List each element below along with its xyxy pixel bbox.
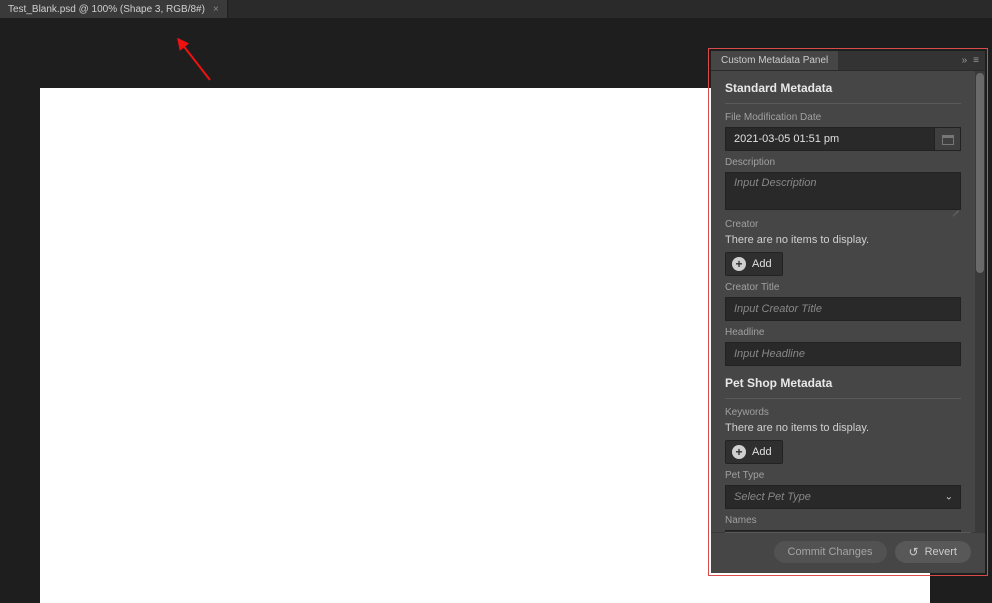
panel-annotation-outline: Custom Metadata Panel » ≡ Standard Metad… (708, 48, 988, 576)
names-input[interactable] (725, 530, 961, 532)
revert-icon: ↺ (909, 546, 919, 558)
collapse-icon[interactable]: » (962, 55, 968, 66)
label-file-mod-date: File Modification Date (725, 112, 961, 123)
creator-empty-message: There are no items to display. (725, 234, 961, 246)
keywords-empty-message: There are no items to display. (725, 422, 961, 434)
label-names: Names (725, 515, 961, 526)
panel-tab-custom-metadata[interactable]: Custom Metadata Panel (711, 51, 838, 70)
label-creator: Creator (725, 219, 961, 230)
add-creator-label: Add (752, 258, 772, 270)
scrollbar-thumb[interactable] (976, 73, 984, 273)
revert-button[interactable]: ↺ Revert (895, 541, 971, 563)
close-icon[interactable]: × (213, 4, 219, 15)
description-input[interactable] (725, 172, 961, 210)
label-creator-title: Creator Title (725, 282, 961, 293)
add-creator-button[interactable]: + Add (725, 252, 783, 276)
add-keyword-button[interactable]: + Add (725, 440, 783, 464)
label-keywords: Keywords (725, 407, 961, 418)
creator-title-input[interactable] (725, 297, 961, 321)
panel-menu-icon[interactable]: ≡ (973, 55, 979, 66)
panel-footer: Commit Changes ↺ Revert (711, 533, 985, 573)
file-mod-date-input[interactable] (725, 127, 935, 151)
label-headline: Headline (725, 327, 961, 338)
section-petshop-title: Pet Shop Metadata (725, 376, 961, 390)
resize-handle-icon[interactable] (951, 203, 959, 211)
scrollbar-track[interactable] (975, 71, 985, 532)
document-tab-bar: Test_Blank.psd @ 100% (Shape 3, RGB/8#) … (0, 0, 992, 18)
commit-label: Commit Changes (788, 546, 873, 558)
document-tab[interactable]: Test_Blank.psd @ 100% (Shape 3, RGB/8#) … (0, 0, 228, 18)
plus-icon: + (732, 257, 746, 271)
headline-input[interactable] (725, 342, 961, 366)
date-picker-button[interactable] (935, 127, 961, 151)
panel-scroll-area: Standard Metadata File Modification Date… (711, 71, 975, 532)
revert-label: Revert (925, 546, 957, 558)
label-description: Description (725, 157, 961, 168)
pet-type-select[interactable] (725, 485, 961, 509)
commit-changes-button[interactable]: Commit Changes (774, 541, 887, 563)
panel-tab-bar: Custom Metadata Panel » ≡ (711, 51, 985, 71)
workspace: Custom Metadata Panel » ≡ Standard Metad… (0, 18, 992, 603)
calendar-icon (942, 134, 954, 145)
add-keyword-label: Add (752, 446, 772, 458)
annotation-arrow (160, 38, 220, 88)
plus-icon: + (732, 445, 746, 459)
panel-tab-label: Custom Metadata Panel (721, 55, 828, 66)
divider (725, 398, 961, 399)
document-tab-title: Test_Blank.psd @ 100% (Shape 3, RGB/8#) (8, 4, 205, 15)
section-standard-title: Standard Metadata (725, 81, 961, 95)
label-pet-type: Pet Type (725, 470, 961, 481)
metadata-panel: Custom Metadata Panel » ≡ Standard Metad… (711, 51, 985, 573)
divider (725, 103, 961, 104)
